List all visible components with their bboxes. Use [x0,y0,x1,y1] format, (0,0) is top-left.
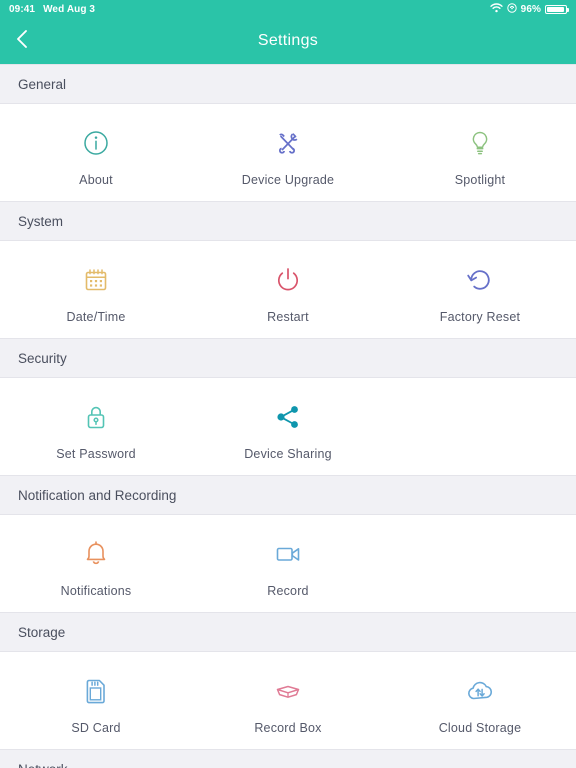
record-box-icon [273,674,303,708]
wifi-icon [489,2,503,16]
settings-sections: General About Device Upgrade Spotlight Syste… [0,64,576,768]
section-header-security: Security [0,338,576,378]
tile-spacer [384,537,576,598]
battery-percent: 96% [520,3,541,15]
setting-tile-record-box[interactable]: Record Box [192,674,384,735]
setting-tile-label: Record [267,584,309,598]
cloud-sync-icon [465,674,495,708]
tile-spacer [384,400,576,461]
section-header-storage: Storage [0,612,576,652]
setting-tile-label: Notifications [60,584,132,598]
setting-tile-label: Cloud Storage [438,721,522,735]
lock-icon [81,400,111,434]
undo-arrow-icon [465,263,495,297]
section-header-system: System [0,201,576,241]
back-button[interactable] [0,18,44,64]
section-header-network: Network [0,749,576,768]
setting-tile-notifications[interactable]: Notifications [0,537,192,598]
section-header-general: General [0,64,576,104]
chevron-left-icon [15,28,29,55]
info-circle-icon [81,126,111,160]
setting-tile-restart[interactable]: Restart [192,263,384,324]
tools-icon [273,126,303,160]
calendar-icon [81,263,111,297]
share-icon [273,400,303,434]
setting-tile-spotlight[interactable]: Spotlight [384,126,576,187]
setting-tile-label: Factory Reset [439,310,521,324]
setting-tile-label: Device Sharing [244,447,332,461]
setting-tile-label: About [79,173,113,187]
setting-tile-about[interactable]: About [0,126,192,187]
section-body-notification-and-recording: Notifications Record [0,515,576,612]
bell-icon [81,537,111,571]
sd-card-icon [81,674,111,708]
setting-tile-label: SD Card [71,721,121,735]
video-camera-icon [273,537,303,571]
rotation-lock-icon [506,2,517,16]
nav-bar: Settings [0,18,576,64]
status-date: Wed Aug 3 [43,3,96,15]
setting-tile-label: Date/Time [66,310,126,324]
status-bar: 09:41 Wed Aug 3 96% [0,0,576,18]
battery-icon [545,4,569,14]
section-body-system: Date/Time Restart Factory Reset [0,241,576,338]
setting-tile-label: Record Box [254,721,322,735]
setting-tile-sd-card[interactable]: SD Card [0,674,192,735]
status-bar-right: 96% [489,2,569,16]
power-icon [273,263,303,297]
setting-tile-factory-reset[interactable]: Factory Reset [384,263,576,324]
setting-tile-label: Restart [267,310,309,324]
section-body-security: Set Password Device Sharing [0,378,576,475]
section-header-notification-and-recording: Notification and Recording [0,475,576,515]
status-bar-left: 09:41 Wed Aug 3 [9,4,95,15]
setting-tile-device-sharing[interactable]: Device Sharing [192,400,384,461]
setting-tile-label: Set Password [56,447,136,461]
page-title: Settings [257,32,319,49]
setting-tile-record[interactable]: Record [192,537,384,598]
lightbulb-icon [465,126,495,160]
status-time: 09:41 [9,3,36,15]
setting-tile-label: Spotlight [454,173,506,187]
section-body-general: About Device Upgrade Spotlight [0,104,576,201]
setting-tile-device-upgrade[interactable]: Device Upgrade [192,126,384,187]
setting-tile-cloud-storage[interactable]: Cloud Storage [384,674,576,735]
section-body-storage: SD Card Record Box Cloud Storage [0,652,576,749]
setting-tile-set-password[interactable]: Set Password [0,400,192,461]
setting-tile-label: Device Upgrade [241,173,335,187]
setting-tile-date-time[interactable]: Date/Time [0,263,192,324]
